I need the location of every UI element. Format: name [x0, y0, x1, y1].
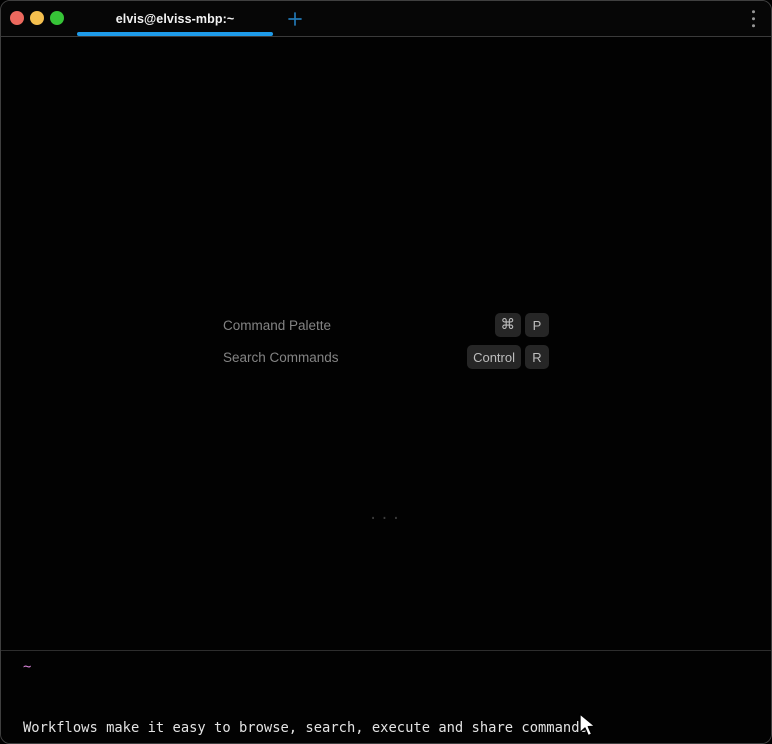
control-keycap: Control	[467, 345, 521, 369]
hint-label: Command Palette	[223, 318, 331, 333]
terminal-window: elvis@elviss-mbp:~ Command Palette ⌘ P	[0, 0, 772, 744]
hint-row-command-palette: Command Palette ⌘ P	[223, 309, 549, 341]
command-key-icon: ⌘	[495, 313, 522, 337]
overflow-indicator: ...	[1, 507, 771, 523]
new-tab-button[interactable]	[285, 9, 305, 29]
input-block[interactable]: ~ Workflows make it easy to browse, sear…	[1, 650, 771, 743]
p-keycap: P	[525, 313, 549, 337]
hint-label: Search Commands	[223, 350, 339, 365]
hint-keys: Control R	[467, 345, 549, 369]
tab-active[interactable]: elvis@elviss-mbp:~	[76, 1, 274, 36]
hint-row-search-commands: Search Commands Control R	[223, 341, 549, 373]
titlebar: elvis@elviss-mbp:~	[1, 1, 771, 37]
prompt-symbol: ~	[23, 659, 771, 675]
kebab-menu-icon[interactable]	[752, 10, 756, 28]
close-window-button[interactable]	[10, 11, 24, 25]
banner-line-1: Workflows make it easy to browse, search…	[23, 720, 771, 736]
terminal-body[interactable]: Command Palette ⌘ P Search Commands Cont…	[1, 37, 771, 651]
plus-icon	[287, 15, 303, 30]
hint-keys: ⌘ P	[495, 313, 550, 337]
banner-text: Workflows make it easy to browse, search…	[23, 688, 771, 744]
window-controls	[10, 11, 64, 25]
minimize-window-button[interactable]	[30, 11, 44, 25]
r-keycap: R	[525, 345, 549, 369]
zoom-window-button[interactable]	[50, 11, 64, 25]
shortcut-hints: Command Palette ⌘ P Search Commands Cont…	[223, 309, 549, 373]
tab-title: elvis@elviss-mbp:~	[116, 12, 235, 26]
active-tab-indicator	[77, 32, 273, 36]
